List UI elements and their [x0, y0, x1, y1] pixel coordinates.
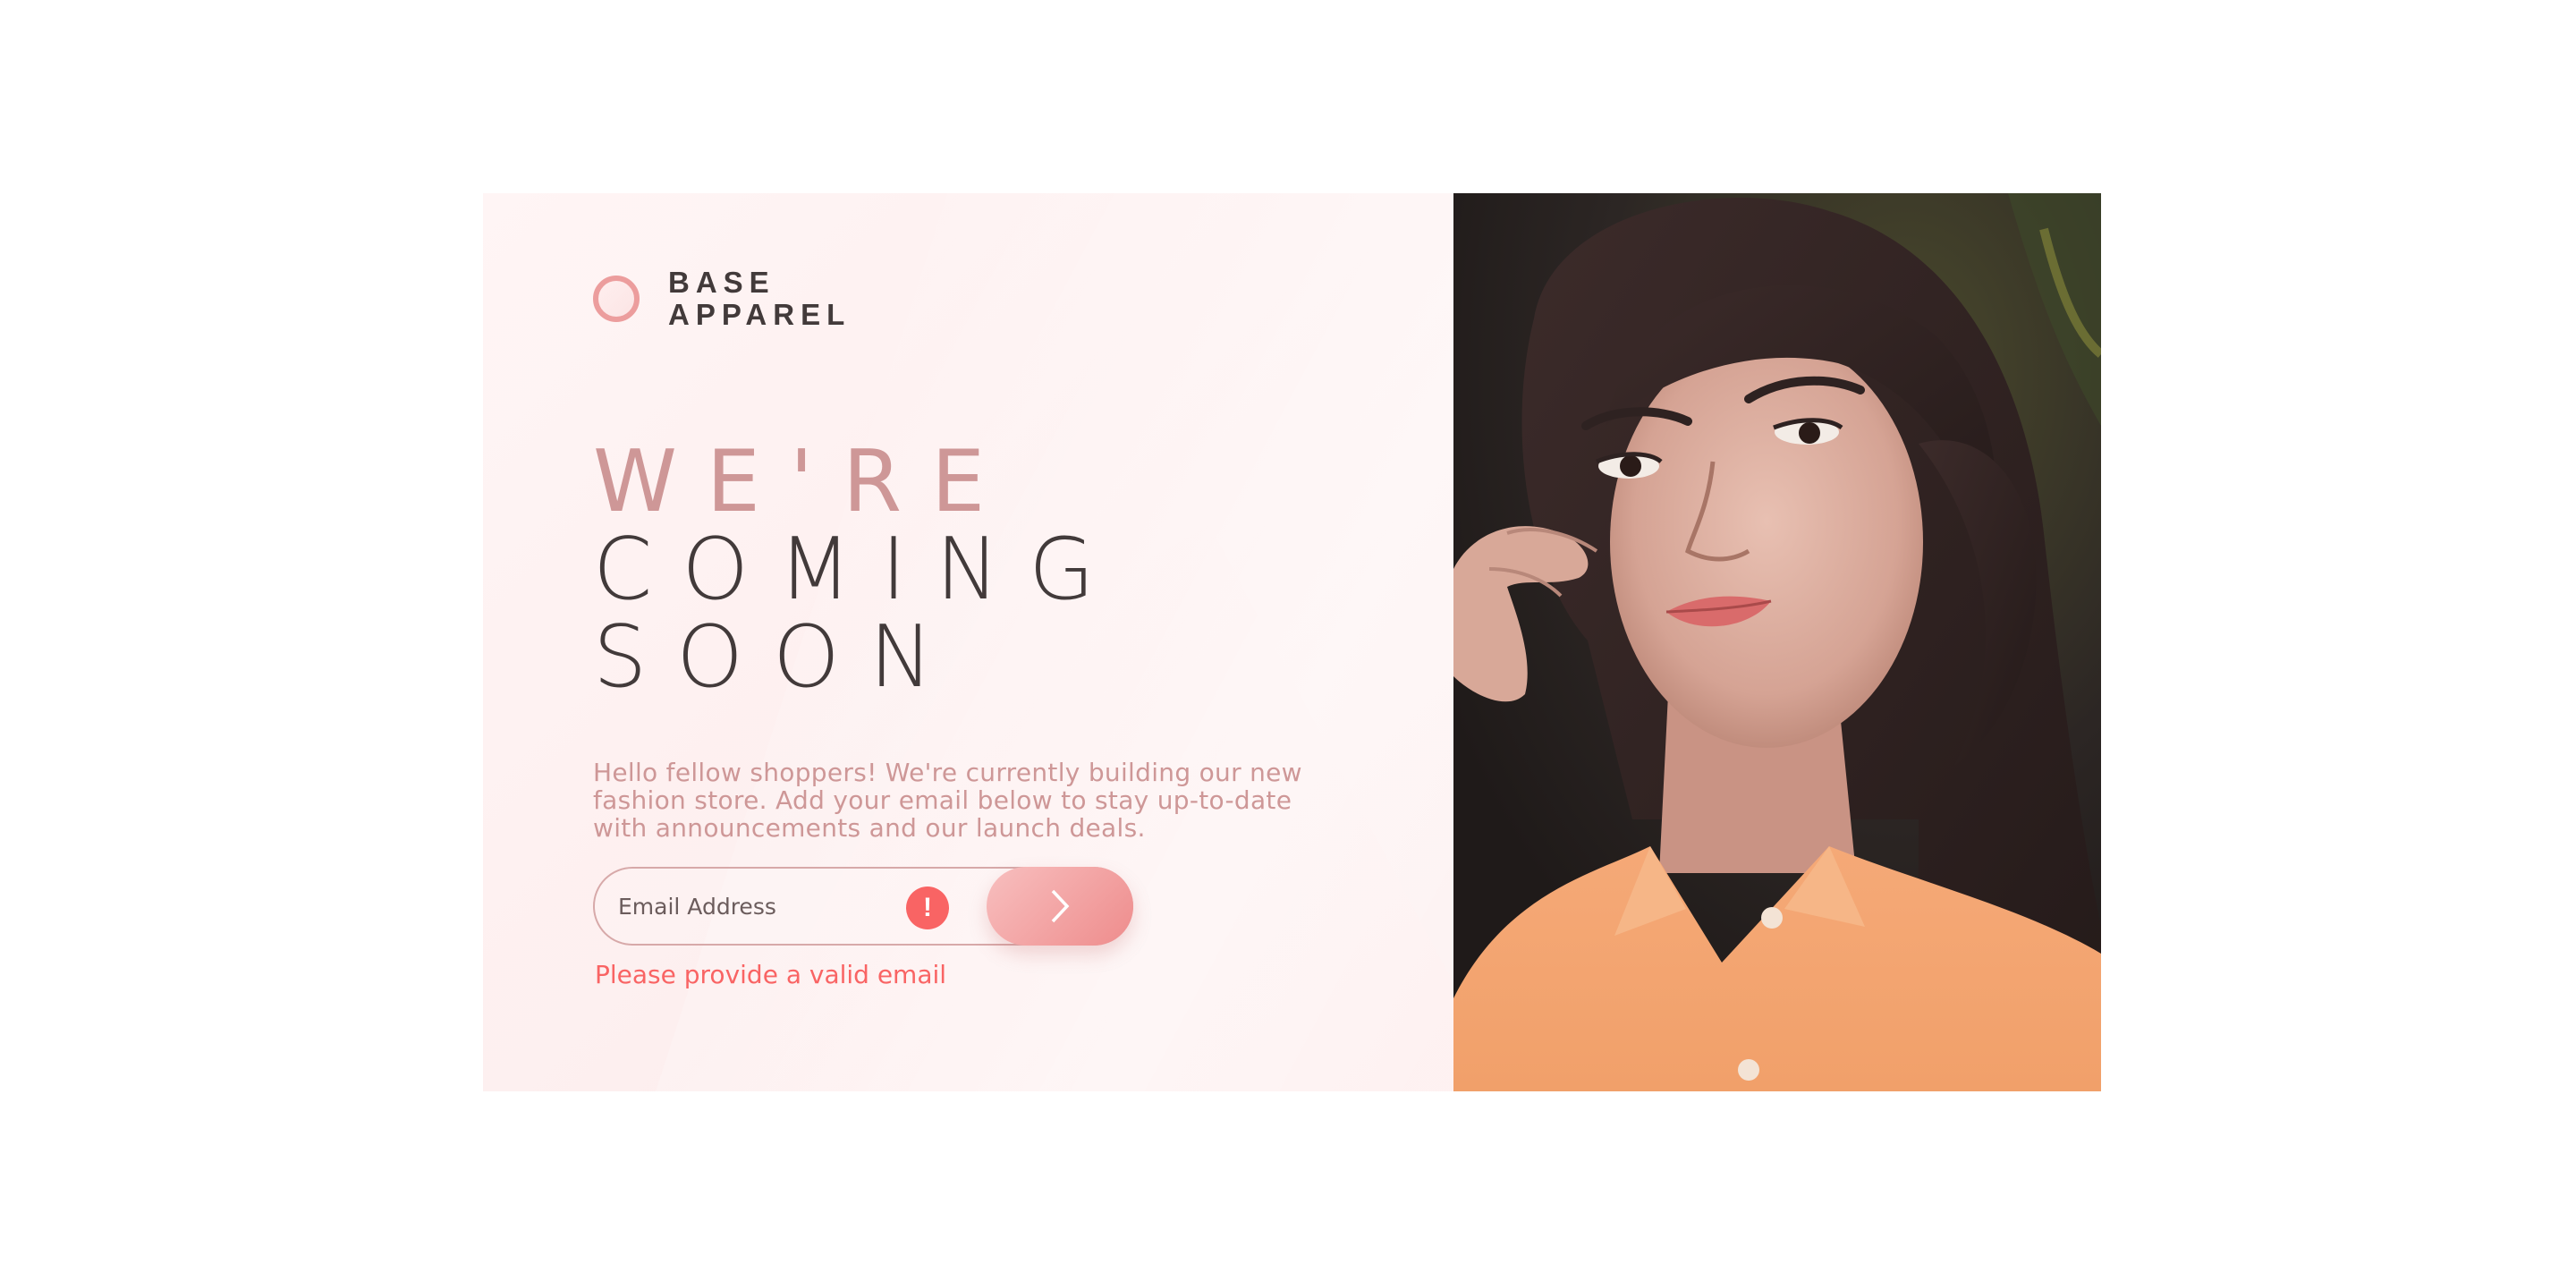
headline-line-2: COMING [593, 521, 1124, 619]
content-inner: BASE APPAREL WE'RE COMING SOON Hello fel… [593, 267, 1326, 989]
error-message: Please provide a valid email [595, 959, 947, 989]
hero-photo [1453, 193, 2101, 1091]
page-headline: WE'RE COMING SOON [593, 438, 1326, 701]
email-input[interactable] [616, 868, 915, 946]
email-form: ! [593, 866, 1133, 946]
brand-logo[interactable]: BASE APPAREL [593, 267, 1326, 331]
headline-line-3: SOON [593, 608, 962, 707]
description-text: Hello fellow shoppers! We're currently b… [593, 757, 1302, 843]
logo-circle-icon [593, 276, 640, 322]
error-icon: ! [906, 886, 949, 929]
logo-line-2: APPAREL [668, 298, 852, 331]
headline-line-1: WE'RE [593, 433, 1015, 531]
chevron-right-icon [1051, 889, 1070, 922]
logo-wordmark: BASE APPAREL [668, 267, 851, 331]
submit-button[interactable] [987, 866, 1133, 946]
hero-image-panel [1453, 193, 2101, 1091]
coming-soon-card: BASE APPAREL WE'RE COMING SOON Hello fel… [483, 193, 2101, 1091]
content-panel: BASE APPAREL WE'RE COMING SOON Hello fel… [483, 193, 1453, 1091]
logo-line-1: BASE [668, 266, 775, 299]
